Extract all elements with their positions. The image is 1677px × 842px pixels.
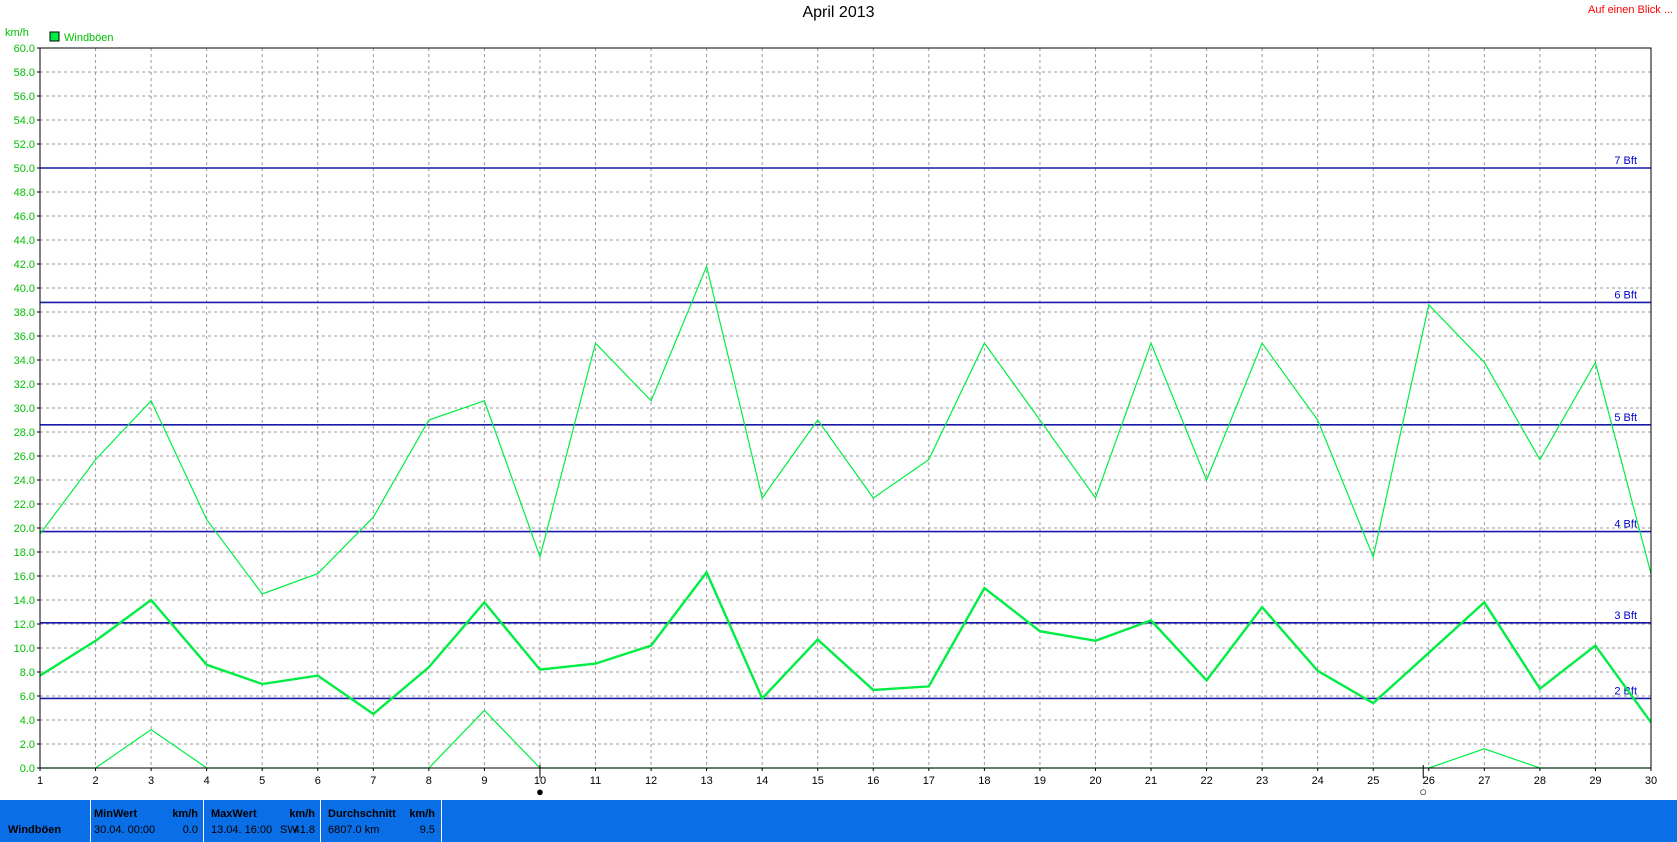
x-tick-label: 14 [756,775,768,787]
y-tick-label: 46.0 [14,211,35,223]
y-tick-label: 30.0 [14,403,35,415]
avg-header: Durchschnitt [328,808,396,820]
beaufort-lines: 2 Bft3 Bft4 Bft5 Bft6 Bft7 Bft [40,155,1651,700]
max-unit: km/h [289,808,315,820]
summary-min-cell: MinWert km/h 30.04. 00:00 0.0 [91,800,204,842]
beaufort-label: 3 Bft [1614,610,1637,622]
x-tick-label: 30 [1645,775,1657,787]
x-tick-label: 25 [1367,775,1379,787]
x-tick-label: 4 [204,775,210,787]
y-tick-label: 32.0 [14,379,35,391]
y-tick-label: 24.0 [14,475,35,487]
x-tick-label: 24 [1312,775,1324,787]
y-tick-label: 54.0 [14,115,35,127]
y-tick-label: 50.0 [14,163,35,175]
y-tick-label: 56.0 [14,91,35,103]
series-line-daily-min [40,709,1651,769]
x-tick-label: 3 [148,775,154,787]
y-tick-label: 44.0 [14,235,35,247]
x-tick-label: 2 [92,775,98,787]
y-tick-label: 38.0 [14,307,35,319]
legend-label: Windböen [64,32,114,44]
y-tick-label: 10.0 [14,643,35,655]
summary-avg-cell: Durchschnitt km/h 6807.0 km 9.5 [321,800,442,842]
y-tick-label: 4.0 [20,715,35,727]
x-tick-label: 11 [590,775,601,787]
y-tick-label: 42.0 [14,259,35,271]
y-tick-label: 34.0 [14,355,35,367]
summary-row-label: Windböen [8,824,62,836]
beaufort-label: 5 Bft [1614,412,1637,424]
x-tick-label: 19 [1034,775,1046,787]
beaufort-label: 6 Bft [1614,289,1637,301]
min-when: 30.04. 00:00 [94,824,156,836]
y-tick-label: 14.0 [14,595,35,607]
y-tick-label: 58.0 [14,67,35,79]
beaufort-label: 4 Bft [1614,519,1637,531]
avg-value: 9.5 [419,824,435,836]
x-tick-label: 12 [645,775,657,787]
x-tick-label: 23 [1256,775,1268,787]
moon-phase-icon: ● [536,784,544,799]
min-unit: km/h [172,808,198,820]
x-tick-label: 9 [481,775,487,787]
y-tick-label: 28.0 [14,427,35,439]
x-tick-label: 20 [1089,775,1101,787]
y-tick-label: 52.0 [14,139,35,151]
x-tick-label: 27 [1478,775,1490,787]
y-tick-label: 18.0 [14,547,35,559]
x-tick-label: 22 [1200,775,1212,787]
max-header: MaxWert [211,808,257,820]
min-value: 0.0 [182,824,198,836]
x-tick-label: 6 [315,775,321,787]
x-tick-label: 17 [923,775,935,787]
legend-swatch [49,31,60,42]
y-tick-label: 60.0 [14,43,35,55]
y-tick-label: 40.0 [14,283,35,295]
y-tick-label: 26.0 [14,451,35,463]
moon-phase-icon: ○ [1419,784,1427,799]
wind-gust-chart: km/h Windböen 2 Bft3 Bft4 Bft5 Bft6 Bft7… [5,27,1658,799]
y-tick-label: 22.0 [14,499,35,511]
y-tick-label: 16.0 [14,571,35,583]
x-tick-label: 7 [370,775,376,787]
max-value: 41.8 [293,824,315,836]
min-header: MinWert [94,808,138,820]
y-tick-label: 12.0 [14,619,35,631]
x-tick-label: 13 [700,775,712,787]
summary-row-label-cell: Windböen [0,800,91,842]
y-tick-label: 2.0 [20,739,35,751]
max-when: 13.04. 16:00 [211,824,273,836]
grid-lines [40,48,1651,768]
y-tick-label: 0.0 [20,763,35,775]
y-tick-label: 20.0 [14,523,35,535]
x-tick-label: 1 [37,775,43,787]
y-axis-unit-label: km/h [5,27,29,39]
y-tick-label: 36.0 [14,331,35,343]
summary-bar: Windböen MinWert km/h 30.04. 00:00 0.0 M… [0,800,1677,842]
x-tick-label: 29 [1589,775,1601,787]
series-lines [39,264,1652,769]
series-line-daily-max [39,264,1652,595]
y-tick-label: 6.0 [20,691,35,703]
y-tick-label: 8.0 [20,667,35,679]
x-tick-label: 15 [812,775,824,787]
beaufort-label: 7 Bft [1614,155,1637,167]
y-tick-label: 48.0 [14,187,35,199]
series-line-daily-average [39,570,1652,724]
x-tick-label: 18 [978,775,990,787]
x-tick-label: 5 [259,775,265,787]
avg-total: 6807.0 km [328,824,380,836]
x-tick-label: 8 [426,775,432,787]
summary-max-cell: MaxWert km/h 13.04. 16:00 SW 41.8 [204,800,321,842]
x-tick-label: 28 [1534,775,1546,787]
x-tick-label: 16 [867,775,879,787]
x-tick-label: 21 [1145,775,1157,787]
avg-unit: km/h [409,808,435,820]
axes: 0.0 2.0 4.0 6.0 8.0 10.0 12.0 14.0 16.0 18.0 20.0 2… [14,43,1658,799]
